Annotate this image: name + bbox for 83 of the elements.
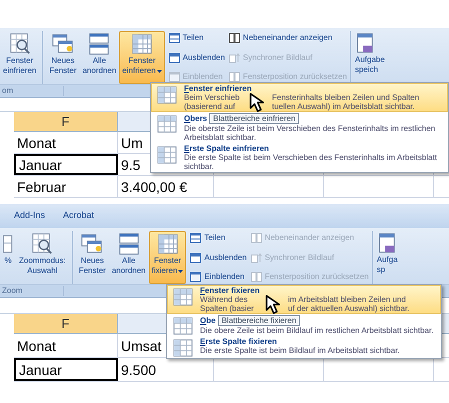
table-cell[interactable]: Februar	[14, 176, 118, 197]
menu-item[interactable]: Fenster einfrieren Beim Verschieb Fensterinhalts bleiben Zeilen und Spalten (basierend auf tuellen Auswahl) im Arbeitsblatt sichtbar.	[151, 83, 448, 112]
new-window-icon	[50, 32, 75, 56]
ribbon-small-button[interactable]: Nebeneinander anzeigen	[228, 32, 347, 44]
taskpane-icon	[354, 31, 373, 55]
table-cell[interactable]: Monat	[14, 334, 118, 357]
menu-item[interactable]: Erste Spalte einfrieren Die erste Spalte ist beim Verschieben des Fensterinhalts im Arbeitsblatt sichtbar.	[151, 143, 448, 172]
ribbon-tab[interactable]: Add-Ins	[14, 209, 46, 223]
ribbon-button[interactable]: Fenster einfrieren	[119, 31, 165, 84]
menu-item-description: Während des	[200, 295, 249, 304]
taskpane-icon	[376, 231, 395, 255]
column-header[interactable]: F	[14, 112, 118, 131]
unhide-window-icon	[168, 72, 180, 82]
menu-item-description: uf der aktuellen Auswahl) sichtbar.	[288, 304, 410, 313]
menu-item-description: Beim Verschieb	[184, 93, 241, 102]
menu-item[interactable]: Fenster fixieren Während des im Arbeitsblatt bleiben Zeilen und Spalten (basier uf der aktuellen Auswahl) sichtbar.	[167, 285, 441, 314]
menu-item-description: Die obere Zeile ist beim Bildlauf im restlichen Arbeitsblatt sichtbar.	[200, 326, 434, 335]
menu-item[interactable]: Erste Spalte fixieren Die erste Spalte ist beim Bildlauf im Arbeitsblatt sichtbar.	[167, 336, 441, 358]
menu-item-description: Fensterinhalts bleiben Zeilen und Spalten	[272, 93, 420, 102]
menu-item-description: Die erste Spalte ist beim Bildlauf im Arbeitsblatt sichtbar.	[200, 346, 400, 355]
side-by-side-icon	[228, 33, 240, 43]
ribbon-button[interactable]: Alle anordnen	[108, 231, 149, 284]
group-label: Zoom	[0, 286, 64, 296]
sync-scroll-icon	[228, 52, 240, 62]
sheet-magnifier-icon	[30, 232, 54, 256]
menu-item[interactable]: Obers Blattbereiche einfrieren Die oberste Zeile ist beim Verschieben des Fensterinhalts im restlichen Arbeitsblatt sichtbar.	[151, 112, 448, 143]
ribbon-small-button[interactable]: Ausblenden	[190, 252, 247, 264]
reset-position-icon	[250, 272, 262, 282]
freeze-panes-icon	[173, 288, 193, 306]
menu-item-description: Die erste Spalte ist beim Verschieben des Fensterinhalts im Arbeitsblatt sichtbar.	[184, 153, 438, 171]
menu-item-description: (basierend auf	[184, 102, 236, 111]
menu-item-description: tuellen Auswahl) im Arbeitsblatt sichtbar.	[272, 102, 415, 111]
menu-item-description: Spalten (basier	[200, 304, 255, 313]
menu-item-title: Obe	[200, 316, 216, 325]
table-cell[interactable]: Monat	[14, 132, 118, 153]
arrange-windows-icon	[87, 32, 112, 56]
table-cell[interactable]: Januar	[14, 358, 118, 381]
side-by-side-icon	[250, 233, 262, 243]
split-window-icon	[168, 33, 180, 43]
arrange-windows-icon	[116, 232, 141, 256]
dropdown-caret-icon	[156, 70, 162, 72]
ribbon-small-button[interactable]: Teilen	[190, 232, 247, 244]
tooltip: Blattbereiche einfrieren	[209, 113, 300, 124]
menu-item-title: Erste Spalte einfrieren	[184, 144, 269, 153]
unhide-window-icon	[190, 272, 202, 282]
ribbon-small-button[interactable]: Ausblenden	[168, 52, 225, 64]
menu-item[interactable]: Obe Blattbereiche fixieren Die obere Zeile ist beim Bildlauf im restlichen Arbeitsblatt sichtbar.	[167, 314, 441, 336]
menu-item-title: Obers	[184, 114, 208, 123]
ribbon-button[interactable]: %	[0, 231, 16, 284]
freeze-top-row-icon	[173, 317, 193, 335]
table-cell[interactable]: 3.400,00 €	[118, 176, 214, 197]
split-window-icon	[190, 233, 202, 243]
ribbon-button[interactable]: Neues Fenster	[76, 231, 109, 284]
ribbon-button[interactable]: Neues Fenster	[46, 31, 80, 84]
hide-window-icon	[190, 252, 202, 262]
freeze-panes-icon	[157, 86, 177, 104]
sync-scroll-icon	[250, 252, 262, 262]
ribbon-button[interactable]: Fenster einfrieren	[0, 31, 40, 84]
freeze-top-row-icon	[157, 115, 177, 133]
ribbon-tab[interactable]: Acrobat	[63, 209, 94, 223]
freeze-first-column-icon	[157, 146, 177, 164]
new-window-icon	[80, 232, 104, 256]
hide-window-icon	[168, 52, 180, 62]
ribbon-button[interactable]: Alle anordnen	[79, 31, 120, 84]
menu-item-description: im Arbeitsblatt bleiben Zeilen und	[288, 295, 406, 304]
ribbon-small-button[interactable]: Einblenden	[190, 271, 247, 283]
ribbon-small-button[interactable]: Teilen	[168, 32, 225, 44]
dropdown-caret-icon	[178, 270, 184, 272]
menu-item-title: Fenster fixieren	[200, 286, 260, 295]
sheet-magnifier-icon	[8, 32, 32, 56]
ribbon-button[interactable]: Fenster fixieren	[148, 231, 186, 284]
group-label: om	[0, 86, 64, 96]
column-header[interactable]: F	[14, 314, 118, 333]
ribbon-button[interactable]: Aufga sp	[376, 231, 399, 284]
freeze-panes-icon	[130, 32, 154, 56]
ribbon-button[interactable]: Zoommodus: Auswahl	[16, 231, 69, 284]
table-cell[interactable]: Januar	[14, 154, 118, 175]
freeze-panes-icon	[156, 232, 180, 256]
menu-item-title: Erste Spalte fixieren	[200, 337, 277, 346]
tooltip: Blattbereiche fixieren	[218, 315, 300, 326]
page-icon	[3, 232, 13, 256]
menu-item-title: Fenster einfrieren	[184, 84, 252, 93]
menu-item-description: Die oberste Zeile ist beim Verschieben des Fensterinhalts im restlichen Arbeitsblatt sichtbar.	[184, 124, 436, 142]
